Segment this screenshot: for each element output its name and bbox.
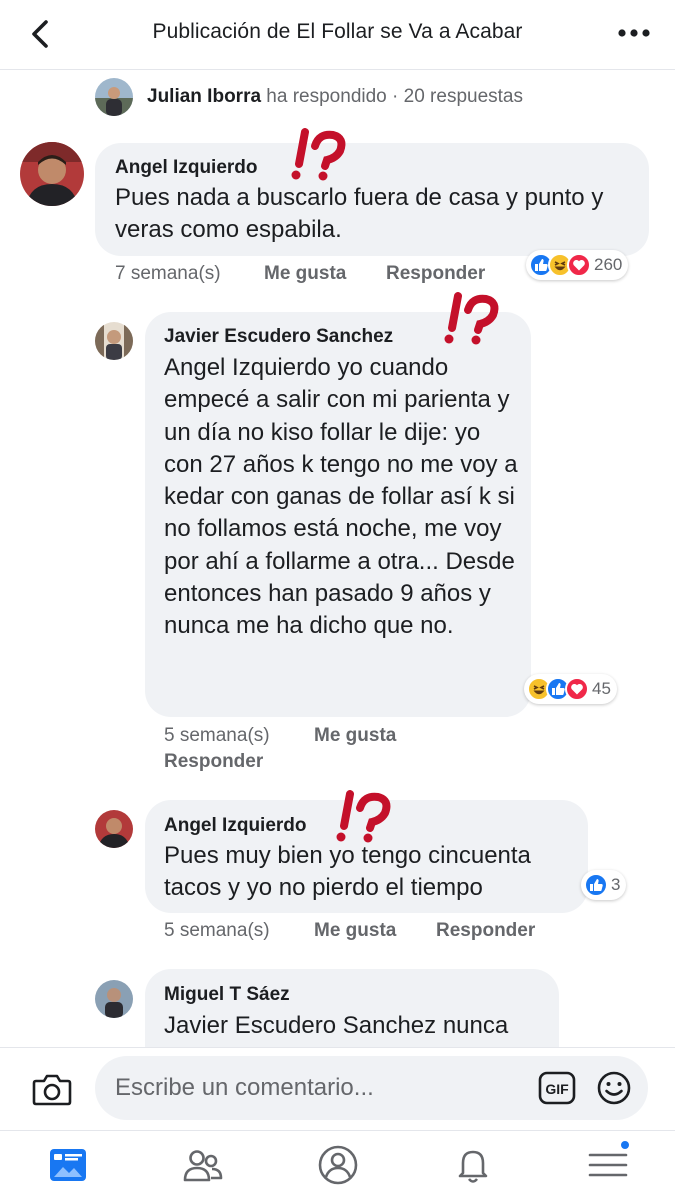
like-reaction-icon — [584, 873, 608, 897]
reaction-summary[interactable]: 260 — [526, 250, 629, 280]
love-reaction-icon — [565, 677, 589, 701]
like-button[interactable]: Me gusta — [314, 920, 396, 942]
reply-count[interactable]: 20 respuestas — [404, 86, 523, 107]
interrobang-icon — [291, 128, 346, 181]
notifications-icon[interactable] — [451, 1143, 495, 1187]
reaction-count: 45 — [592, 679, 611, 698]
page-title: Publicación de El Follar se Va a Acabar — [152, 20, 523, 43]
reply-button[interactable]: Responder — [436, 920, 535, 942]
profile-icon[interactable] — [316, 1143, 360, 1187]
chevron-left-icon[interactable] — [22, 16, 58, 52]
like-button[interactable]: Me gusta — [264, 263, 346, 285]
replied-action: ha respondido — [261, 86, 387, 107]
comment-timestamp: 7 semana(s) — [115, 263, 221, 284]
replied-separator: · — [386, 86, 404, 107]
reaction-count: 3 — [611, 875, 621, 894]
love-reaction-icon — [567, 253, 591, 277]
avatar — [95, 78, 133, 116]
camera-icon[interactable] — [32, 1072, 72, 1106]
comment-text: Angel Izquierdo yo cuando empecé a salir… — [164, 354, 518, 640]
reaction-summary[interactable]: 3 — [581, 870, 627, 900]
gif-label: GIF — [545, 1081, 569, 1097]
reply-button[interactable]: Responder — [386, 263, 485, 285]
news-feed-icon[interactable] — [46, 1143, 90, 1187]
like-button[interactable]: Me gusta — [314, 725, 396, 747]
comment-composer: GIF — [0, 1047, 675, 1130]
reply-button[interactable]: Responder — [164, 751, 263, 773]
interrobang-icon — [336, 790, 391, 843]
avatar[interactable] — [20, 142, 84, 206]
top-bar: Publicación de El Follar se Va a Acabar — [0, 0, 675, 70]
reaction-count: 260 — [594, 255, 623, 274]
reaction-summary[interactable]: 45 — [524, 674, 617, 704]
comment-author[interactable]: Angel Izquierdo — [115, 157, 258, 179]
bottom-tab-bar — [0, 1130, 675, 1200]
comment-timestamp: 5 semana(s) — [164, 725, 270, 746]
more-horizontal-icon[interactable] — [617, 20, 651, 46]
comment-author[interactable]: Javier Escudero Sanchez — [164, 326, 393, 348]
comment-text: Pues nada a buscarlo fuera de casa y pun… — [115, 184, 604, 244]
avatar[interactable] — [95, 980, 133, 1018]
replied-summary[interactable]: Julian Iborra ha respondido · 20 respues… — [95, 77, 523, 117]
notification-dot — [619, 1139, 631, 1151]
smiley-icon[interactable] — [596, 1070, 632, 1106]
friends-icon[interactable] — [181, 1143, 225, 1187]
comment-text: Pues muy bien yo tengo cincuenta tacos y… — [164, 842, 531, 902]
avatar[interactable] — [95, 810, 133, 848]
comment-timestamp: 5 semana(s) — [164, 920, 270, 941]
comment-author[interactable]: Miguel T Sáez — [164, 984, 290, 1006]
interrobang-icon — [444, 292, 499, 345]
comment-text: Javier Escudero Sanchez nunca — [164, 1012, 509, 1039]
comment-author[interactable]: Angel Izquierdo — [164, 815, 307, 837]
avatar[interactable] — [95, 322, 133, 360]
comment-input[interactable] — [115, 1056, 515, 1120]
comment-input-box[interactable]: GIF — [95, 1056, 648, 1120]
gif-button[interactable]: GIF — [538, 1071, 576, 1105]
replier-name[interactable]: Julian Iborra — [147, 86, 261, 107]
